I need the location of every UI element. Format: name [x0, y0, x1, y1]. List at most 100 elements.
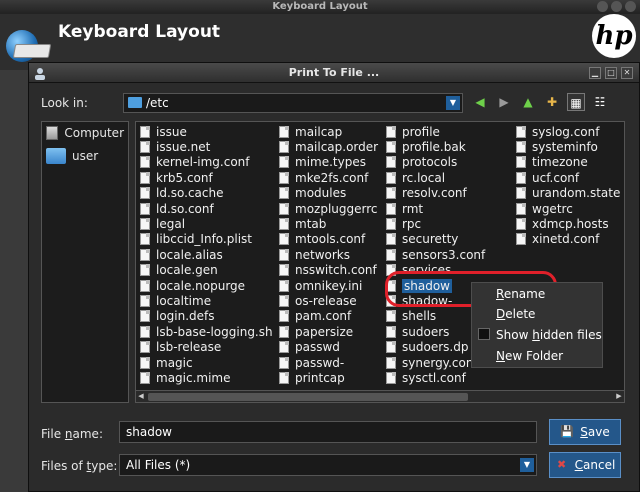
file-item[interactable]: magic: [140, 355, 273, 370]
files-of-type-combo[interactable]: All Files (*) ▼: [119, 454, 537, 476]
file-item[interactable]: mke2fs.conf: [279, 170, 378, 185]
file-item[interactable]: profile: [386, 124, 485, 139]
file-item[interactable]: krb5.conf: [140, 170, 273, 185]
file-icon: [279, 202, 289, 215]
file-item[interactable]: mtab: [279, 216, 378, 231]
scrollbar-thumb[interactable]: [148, 393, 468, 401]
floppy-disk-icon: 💾: [560, 425, 575, 438]
file-item[interactable]: securetty: [386, 232, 485, 247]
file-item[interactable]: issue.net: [140, 139, 273, 154]
file-item[interactable]: libccid_Info.plist: [140, 232, 273, 247]
file-name: magic.mime: [156, 370, 231, 385]
file-item[interactable]: rc.local: [386, 170, 485, 185]
file-item[interactable]: omnikey.ini: [279, 278, 378, 293]
cancel-button[interactable]: ✖ Cancel: [549, 452, 621, 478]
forward-icon[interactable]: ▶: [495, 93, 513, 111]
file-icon: [279, 325, 289, 338]
file-item[interactable]: protocols: [386, 155, 485, 170]
maximize-icon[interactable]: □: [605, 67, 617, 79]
details-view-icon[interactable]: ☷: [591, 93, 609, 111]
maximize-icon[interactable]: [611, 1, 622, 12]
file-item[interactable]: issue: [140, 124, 273, 139]
file-item[interactable]: legal: [140, 216, 273, 231]
file-item[interactable]: syslog.conf: [516, 124, 620, 139]
scroll-right-icon[interactable]: ▶: [614, 391, 624, 402]
file-item[interactable]: lsb-base-logging.sh: [140, 324, 273, 339]
file-icon: [279, 125, 289, 138]
menu-item-new-folder[interactable]: New Folder: [496, 349, 563, 363]
menu-item-delete[interactable]: Delete: [496, 307, 535, 321]
file-item[interactable]: ld.so.conf: [140, 201, 273, 216]
place-user[interactable]: user: [42, 144, 128, 168]
file-name: sudoers: [402, 324, 450, 339]
file-item[interactable]: modules: [279, 186, 378, 201]
list-view-icon[interactable]: ▦: [567, 93, 585, 111]
file-item[interactable]: printcap: [279, 370, 378, 385]
file-icon: [140, 341, 150, 354]
file-item[interactable]: passwd: [279, 339, 378, 354]
look-in-label: Look in:: [41, 96, 88, 110]
file-item[interactable]: locale.nopurge: [140, 278, 273, 293]
file-item[interactable]: mailcap: [279, 124, 378, 139]
save-button[interactable]: 💾 Save: [549, 419, 621, 445]
file-icon: [140, 294, 150, 307]
up-folder-icon[interactable]: ▲: [519, 93, 537, 111]
file-item[interactable]: sysctl.conf: [386, 370, 485, 385]
file-item[interactable]: login.defs: [140, 309, 273, 324]
file-icon: [279, 233, 289, 246]
place-computer[interactable]: Computer: [42, 122, 128, 144]
scroll-left-icon[interactable]: ◀: [136, 391, 146, 402]
file-item[interactable]: sensors3.conf: [386, 247, 485, 262]
new-folder-icon[interactable]: ✚: [543, 93, 561, 111]
horizontal-scrollbar[interactable]: ◀ ▶: [136, 390, 624, 402]
file-item[interactable]: kernel-img.conf: [140, 155, 273, 170]
menu-item-rename[interactable]: Rename: [496, 287, 545, 301]
file-name-input[interactable]: shadow: [119, 421, 537, 443]
file-item[interactable]: os-release: [279, 293, 378, 308]
file-item[interactable]: urandom.state: [516, 186, 620, 201]
file-item[interactable]: ld.so.cache: [140, 186, 273, 201]
file-item[interactable]: mime.types: [279, 155, 378, 170]
file-icon: [386, 125, 396, 138]
file-item[interactable]: nsswitch.conf: [279, 263, 378, 278]
file-item[interactable]: locale.gen: [140, 263, 273, 278]
file-item[interactable]: pam.conf: [279, 309, 378, 324]
file-item[interactable]: mailcap.order: [279, 139, 378, 154]
file-item[interactable]: systeminfo: [516, 139, 620, 154]
file-item[interactable]: rmt: [386, 201, 485, 216]
file-item[interactable]: mozpluggerrc: [279, 201, 378, 216]
file-name: mke2fs.conf: [295, 170, 369, 185]
chevron-down-icon[interactable]: ▼: [520, 458, 534, 472]
menu-item-show-hidden[interactable]: Show hidden files: [496, 328, 602, 342]
file-item[interactable]: magic.mime: [140, 370, 273, 385]
chevron-down-icon[interactable]: ▼: [446, 96, 460, 110]
navigation-toolbar: ◀ ▶ ▲ ✚ ▦ ☷: [471, 93, 609, 111]
file-item[interactable]: xdmcp.hosts: [516, 216, 620, 231]
file-item[interactable]: networks: [279, 247, 378, 262]
file-item[interactable]: xinetd.conf: [516, 232, 620, 247]
close-icon[interactable]: ✕: [621, 67, 633, 79]
file-icon: [279, 264, 289, 277]
back-icon[interactable]: ◀: [471, 93, 489, 111]
file-item[interactable]: locale.alias: [140, 247, 273, 262]
file-item[interactable]: wgetrc: [516, 201, 620, 216]
file-name: rc.local: [402, 170, 446, 185]
file-item[interactable]: lsb-release: [140, 339, 273, 354]
file-item[interactable]: passwd-: [279, 355, 378, 370]
file-item[interactable]: ucf.conf: [516, 170, 620, 185]
minimize-icon[interactable]: [597, 1, 608, 12]
file-item[interactable]: timezone: [516, 155, 620, 170]
file-item[interactable]: localtime: [140, 293, 273, 308]
close-icon[interactable]: [625, 1, 636, 12]
show-hidden-checkbox[interactable]: [478, 328, 490, 340]
dialog-title-bar[interactable]: Print To File ... ▁ □ ✕: [29, 63, 639, 83]
file-icon: [516, 202, 526, 215]
file-item[interactable]: resolv.conf: [386, 186, 485, 201]
file-column: mailcap mailcap.order mime.types mke2fs.con…: [279, 124, 378, 386]
file-item[interactable]: mtools.conf: [279, 232, 378, 247]
minimize-icon[interactable]: ▁: [589, 67, 601, 79]
look-in-combo[interactable]: /etc ▼: [123, 93, 463, 113]
file-item[interactable]: profile.bak: [386, 139, 485, 154]
file-item[interactable]: rpc: [386, 216, 485, 231]
file-item[interactable]: papersize: [279, 324, 378, 339]
